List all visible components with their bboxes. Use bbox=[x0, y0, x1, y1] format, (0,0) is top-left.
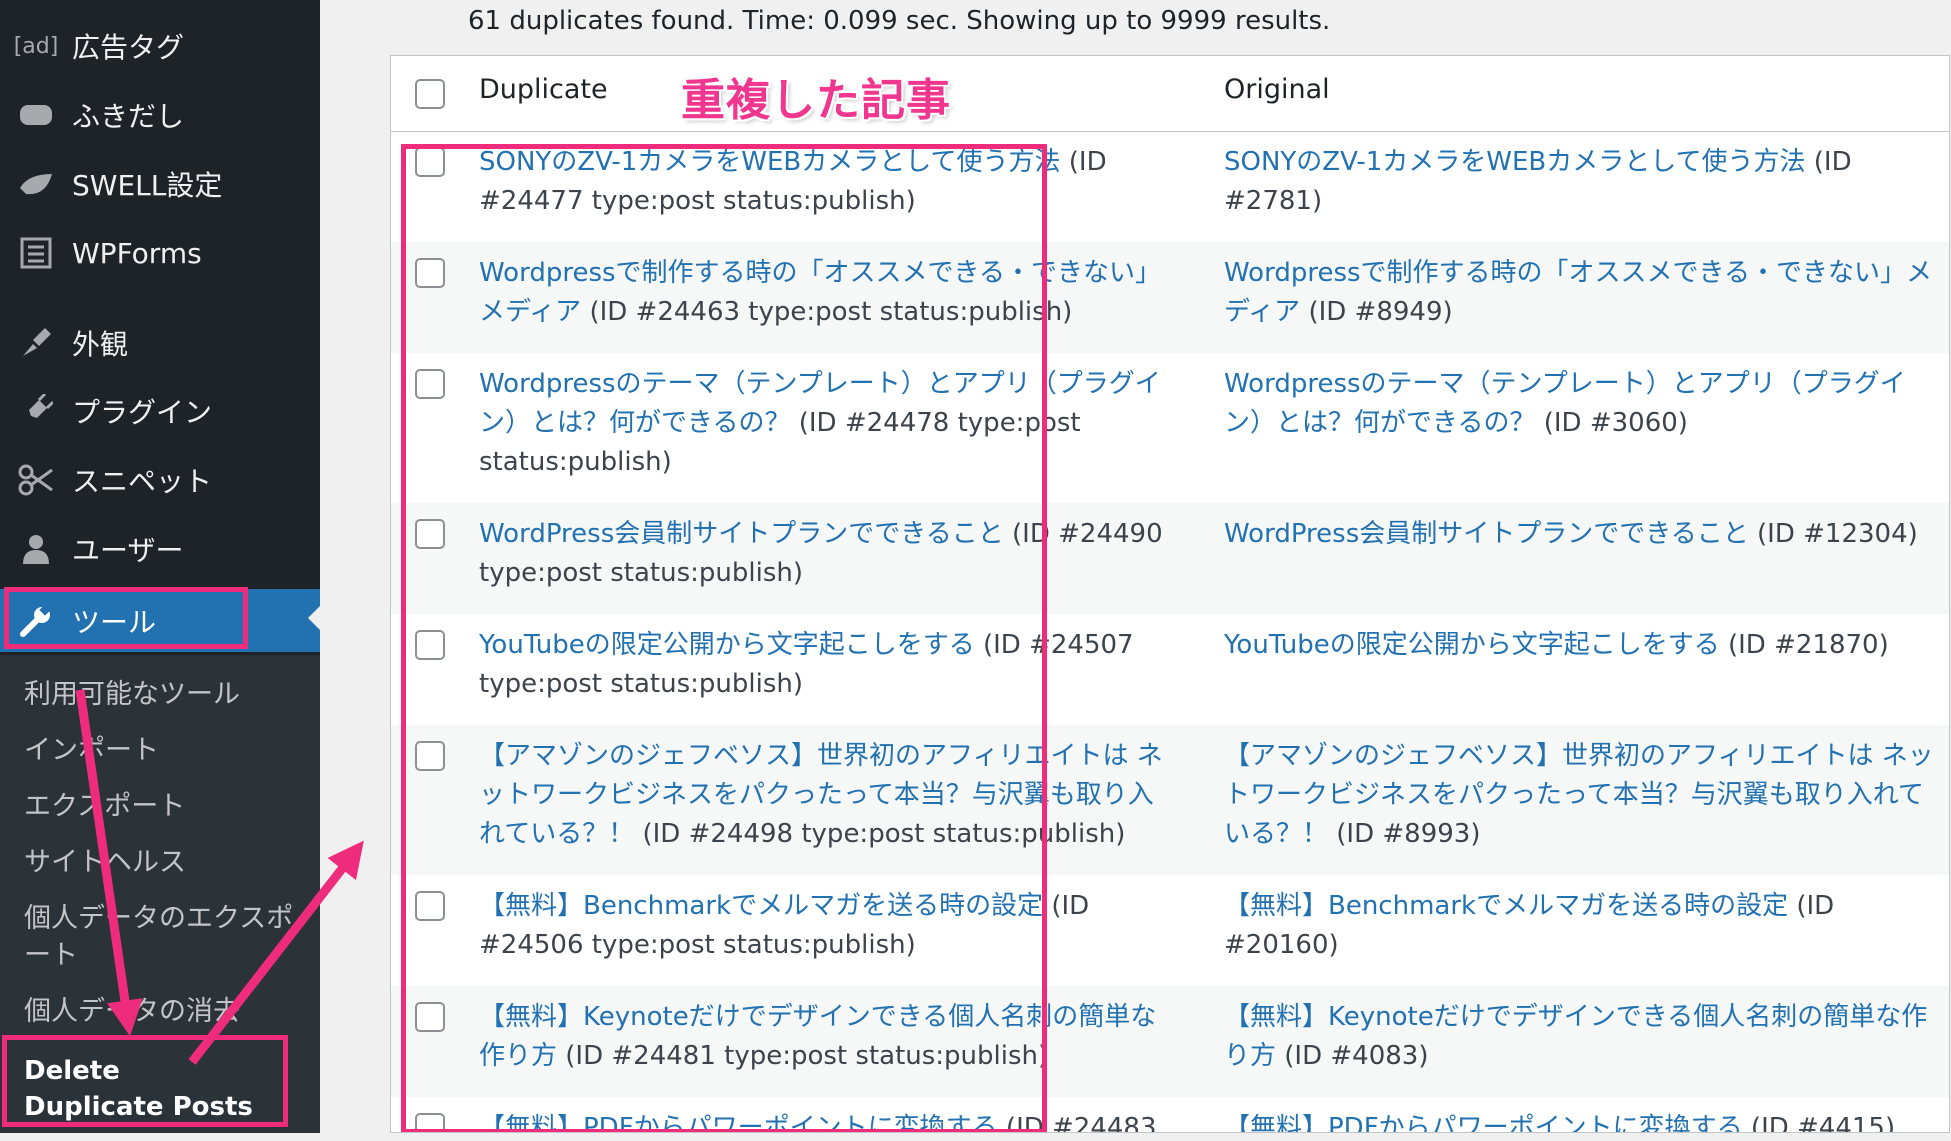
table-row: 【アマゾンのジェフベソス】世界初のアフィリエイトは ネットワークビジネスをパクっ… bbox=[391, 725, 1949, 875]
original-cell: 【アマゾンのジェフベソス】世界初のアフィリエイトは ネットワークビジネスをパクっ… bbox=[1224, 737, 1939, 854]
duplicate-post-meta: (ID #24483 bbox=[997, 1113, 1157, 1133]
table-row: Wordpressで制作する時の「オススメできる・できない」メディア (ID #… bbox=[391, 242, 1949, 353]
forms-icon bbox=[8, 237, 64, 269]
original-post-meta: (ID #8993) bbox=[1328, 819, 1481, 849]
duplicate-cell: 【無料】PDFからパワーポイントに変換する (ID #24483 bbox=[479, 1109, 1179, 1133]
sidebar-item-label: プラグイン bbox=[72, 396, 213, 429]
sidebar-item-label: ふきだし bbox=[72, 100, 185, 133]
tools-highlight-box bbox=[4, 587, 248, 649]
original-post-link[interactable]: WordPress会員制サイトプランでできること bbox=[1224, 519, 1749, 549]
submenu-item-export[interactable]: エクスポート bbox=[24, 788, 294, 825]
duplicates-table: Duplicate Original 重複した記事 SONYのZV-1カメラをW… bbox=[390, 55, 1950, 1133]
sidebar-item-appearance[interactable]: 外観 bbox=[0, 314, 320, 372]
original-cell: Wordpressのテーマ（テンプレート）とアプリ（プラグイン）とは？何ができる… bbox=[1224, 365, 1939, 443]
main-content: 61 duplicates found. Time: 0.099 sec. Sh… bbox=[365, 0, 1951, 1141]
original-post-meta: (ID #8949) bbox=[1300, 297, 1453, 327]
original-post-meta: (ID #21870) bbox=[1719, 630, 1889, 660]
original-post-link[interactable]: SONYのZV-1カメラをWEBカメラとして使う方法 bbox=[1224, 147, 1806, 177]
duplicate-cell: 【無料】Keynoteだけでデザインできる個人名刺の簡単な作り方 (ID #24… bbox=[479, 998, 1179, 1076]
table-row: Wordpressのテーマ（テンプレート）とアプリ（プラグイン）とは？何ができる… bbox=[391, 353, 1949, 503]
select-all-checkbox[interactable] bbox=[415, 79, 445, 109]
table-row: 【無料】Benchmarkでメルマガを送る時の設定 (ID #24506 typ… bbox=[391, 875, 1949, 986]
duplicate-cell: 【アマゾンのジェフベソス】世界初のアフィリエイトは ネットワークビジネスをパクっ… bbox=[479, 737, 1179, 854]
sidebar-item-ad-tags[interactable]: [ad] 広告タグ bbox=[0, 17, 320, 75]
row-checkbox[interactable] bbox=[415, 891, 445, 921]
duplicate-cell: Wordpressで制作する時の「オススメできる・できない」メディア (ID #… bbox=[479, 254, 1179, 332]
column-header-original[interactable]: Original bbox=[1224, 74, 1330, 105]
row-checkbox[interactable] bbox=[415, 147, 445, 177]
swell-icon bbox=[8, 170, 64, 198]
plugin-icon bbox=[8, 394, 64, 428]
duplicate-cell: SONYのZV-1カメラをWEBカメラとして使う方法 (ID #24477 ty… bbox=[479, 143, 1179, 221]
sidebar-item-label: WPForms bbox=[72, 236, 202, 270]
results-status: 61 duplicates found. Time: 0.099 sec. Sh… bbox=[468, 6, 1331, 36]
table-row: 【無料】PDFからパワーポイントに変換する (ID #24483 【無料】PDF… bbox=[391, 1097, 1949, 1133]
duplicate-post-meta: (ID #24498 type:post status:publish) bbox=[634, 819, 1126, 849]
row-checkbox[interactable] bbox=[415, 1002, 445, 1032]
duplicate-post-link[interactable]: 【無料】PDFからパワーポイントに変換する bbox=[479, 1113, 998, 1132]
row-checkbox[interactable] bbox=[415, 1113, 445, 1132]
submenu-item-site-health[interactable]: サイトヘルス bbox=[24, 844, 294, 881]
table-row: WordPress会員制サイトプランでできること (ID #24490 type… bbox=[391, 503, 1949, 614]
submenu-item-available-tools[interactable]: 利用可能なツール bbox=[24, 676, 294, 713]
duplicate-post-link[interactable]: SONYのZV-1カメラをWEBカメラとして使う方法 bbox=[479, 147, 1061, 177]
sidebar-item-snippets[interactable]: スニペット bbox=[0, 451, 320, 509]
table-row: 【無料】Keynoteだけでデザインできる個人名刺の簡単な作り方 (ID #24… bbox=[391, 986, 1949, 1097]
original-post-link[interactable]: YouTubeの限定公開から文字起こしをする bbox=[1224, 630, 1720, 660]
sidebar-item-users[interactable]: ユーザー bbox=[0, 520, 320, 578]
duplicate-post-link[interactable]: YouTubeの限定公開から文字起こしをする bbox=[479, 630, 975, 660]
original-cell: 【無料】Keynoteだけでデザインできる個人名刺の簡単な作り方 (ID #40… bbox=[1224, 998, 1939, 1076]
sidebar-item-label: ユーザー bbox=[72, 534, 184, 567]
delete-duplicate-highlight-box bbox=[2, 1035, 288, 1127]
table-header: Duplicate Original 重複した記事 bbox=[391, 56, 1949, 132]
row-checkbox[interactable] bbox=[415, 369, 445, 399]
speech-bubble-icon bbox=[8, 102, 64, 128]
original-cell: WordPress会員制サイトプランでできること (ID #12304) bbox=[1224, 515, 1939, 554]
row-checkbox[interactable] bbox=[415, 258, 445, 288]
row-checkbox[interactable] bbox=[415, 519, 445, 549]
duplicate-cell: YouTubeの限定公開から文字起こしをする (ID #24507 type:p… bbox=[479, 626, 1179, 704]
duplicate-post-meta: (ID #24481 type:post status:publish) bbox=[557, 1041, 1049, 1071]
sidebar-item-label: 広告タグ bbox=[72, 31, 185, 64]
row-checkbox[interactable] bbox=[415, 741, 445, 771]
column-header-duplicate[interactable]: Duplicate bbox=[479, 74, 608, 105]
brush-icon bbox=[8, 326, 64, 360]
ad-icon: [ad] bbox=[13, 33, 59, 59]
original-post-meta: (ID #3060) bbox=[1535, 408, 1688, 438]
duplicate-post-link[interactable]: 【無料】Benchmarkでメルマガを送る時の設定 bbox=[479, 891, 1043, 921]
sidebar-item-wpforms[interactable]: WPForms bbox=[0, 224, 320, 282]
sidebar-item-label: スニペット bbox=[72, 465, 213, 498]
table-row: YouTubeの限定公開から文字起こしをする (ID #24507 type:p… bbox=[391, 614, 1949, 725]
original-cell: YouTubeの限定公開から文字起こしをする (ID #21870) bbox=[1224, 626, 1939, 665]
original-post-meta: (ID #4415) bbox=[1742, 1113, 1896, 1133]
duplicate-post-link[interactable]: WordPress会員制サイトプランでできること bbox=[479, 519, 1004, 549]
original-cell: Wordpressで制作する時の「オススメできる・できない」メディア (ID #… bbox=[1224, 254, 1939, 332]
original-post-meta: (ID #12304) bbox=[1748, 519, 1918, 549]
original-post-meta: (ID #4083) bbox=[1276, 1041, 1429, 1071]
duplicate-cell: Wordpressのテーマ（テンプレート）とアプリ（プラグイン）とは？何ができる… bbox=[479, 365, 1179, 482]
original-cell: 【無料】PDFからパワーポイントに変換する (ID #4415) bbox=[1224, 1109, 1939, 1133]
sidebar-item-label: SWELL設定 bbox=[72, 169, 223, 202]
submenu-item-export-personal-data[interactable]: 個人データのエクスポート bbox=[24, 900, 294, 974]
sidebar-item-label: 外観 bbox=[72, 328, 129, 361]
sidebar-item-swell-settings[interactable]: SWELL設定 bbox=[0, 155, 320, 213]
original-post-link[interactable]: 【無料】PDFからパワーポイントに変換する bbox=[1224, 1113, 1743, 1132]
table-row: SONYのZV-1カメラをWEBカメラとして使う方法 (ID #24477 ty… bbox=[391, 131, 1949, 242]
sidebar-item-speech-bubbles[interactable]: ふきだし bbox=[0, 86, 320, 144]
original-post-link[interactable]: 【無料】Benchmarkでメルマガを送る時の設定 bbox=[1224, 891, 1788, 921]
user-icon bbox=[8, 533, 64, 565]
admin-sidebar: [ad] 広告タグ ふきだし SWELL設定 WPForms 外観 プラグイン bbox=[0, 0, 320, 1133]
scissors-icon bbox=[8, 464, 64, 496]
row-checkbox[interactable] bbox=[415, 630, 445, 660]
submenu-item-erase-personal-data[interactable]: 個人データの消去 bbox=[24, 993, 294, 1030]
annotation-title: 重複した記事 bbox=[681, 75, 951, 126]
sidebar-item-plugins[interactable]: プラグイン bbox=[0, 382, 320, 440]
original-cell: SONYのZV-1カメラをWEBカメラとして使う方法 (ID #2781) bbox=[1224, 143, 1939, 221]
duplicate-post-meta: (ID #24463 type:post status:publish) bbox=[581, 297, 1073, 327]
original-cell: 【無料】Benchmarkでメルマガを送る時の設定 (ID #20160) bbox=[1224, 887, 1939, 965]
duplicate-cell: 【無料】Benchmarkでメルマガを送る時の設定 (ID #24506 typ… bbox=[479, 887, 1179, 965]
duplicate-cell: WordPress会員制サイトプランでできること (ID #24490 type… bbox=[479, 515, 1179, 593]
submenu-item-import[interactable]: インポート bbox=[24, 732, 294, 769]
